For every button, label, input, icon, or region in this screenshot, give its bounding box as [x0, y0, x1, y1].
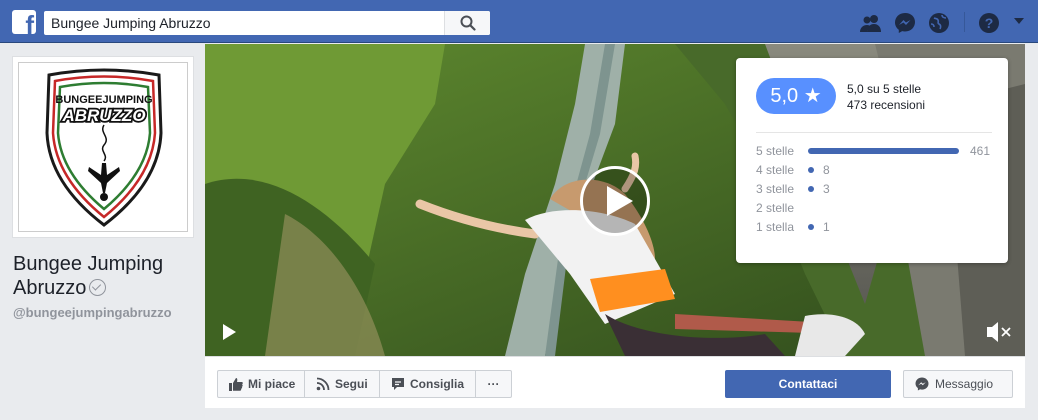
messenger-icon[interactable] [894, 12, 916, 34]
rss-icon [316, 377, 330, 391]
recommend-button[interactable]: Consiglia [379, 370, 476, 398]
page-logo: BUNGEEJUMPING ABRUZZO [18, 62, 188, 232]
ratings-card[interactable]: 5,0 ★ 5,0 su 5 stelle 473 recensioni 5 s… [736, 58, 1008, 263]
more-icon: ··· [487, 377, 500, 391]
help-icon[interactable]: ? [978, 12, 1000, 34]
profile-picture[interactable]: BUNGEEJUMPING ABRUZZO [12, 56, 194, 238]
rating-row-label: 4 stelle [756, 163, 795, 177]
rating-summary: 5,0 su 5 stelle [847, 82, 922, 96]
message-button[interactable]: Messaggio [903, 370, 1013, 398]
search-input[interactable] [44, 11, 444, 35]
rating-bar [808, 167, 814, 173]
rating-row-count: 461 [970, 144, 991, 158]
globe-icon[interactable] [928, 12, 950, 34]
rating-bar [808, 186, 814, 192]
rating-score-badge: 5,0 ★ [756, 78, 836, 114]
search-box [44, 11, 490, 35]
page-action-bar: Mi piace Segui Consiglia ··· Contattaci … [205, 356, 1025, 408]
facebook-logo-icon[interactable]: f [12, 10, 36, 34]
friends-icon[interactable] [860, 12, 882, 34]
search-button[interactable] [444, 11, 490, 35]
thumbs-up-icon [229, 378, 243, 391]
like-button[interactable]: Mi piace [217, 370, 305, 398]
follow-label: Segui [335, 377, 368, 391]
recommend-label: Consiglia [410, 377, 465, 391]
rating-review-count[interactable]: 473 recensioni [847, 98, 925, 112]
rating-bar [808, 224, 814, 230]
follow-button[interactable]: Segui [304, 370, 380, 398]
message-label: Messaggio [935, 377, 994, 391]
rating-row-label: 2 stelle [756, 201, 795, 215]
rating-row-count: 1 [823, 220, 830, 234]
rating-row-label: 3 stelle [756, 182, 795, 196]
svg-text:?: ? [985, 15, 994, 31]
page-title-text: Bungee Jumping Abruzzo [13, 253, 164, 299]
logo-line1: BUNGEEJUMPING [55, 94, 152, 106]
like-label: Mi piace [248, 377, 296, 391]
top-bar: f ? [0, 0, 1038, 43]
more-options-button[interactable]: ··· [475, 370, 512, 398]
search-icon [460, 15, 476, 31]
nav-divider [964, 12, 965, 32]
page-handle[interactable]: @bungeejumpingabruzzo [13, 305, 172, 320]
bungee-logo-icon: BUNGEEJUMPING ABRUZZO [45, 68, 163, 227]
comment-icon [392, 378, 404, 390]
rating-row-label: 5 stelle [756, 144, 795, 158]
contact-button[interactable]: Contattaci [725, 370, 891, 398]
card-divider [756, 132, 992, 133]
verified-icon [89, 279, 107, 296]
messenger-icon [915, 377, 929, 391]
rating-row-label: 1 stella [756, 220, 795, 234]
rating-bar [808, 148, 959, 154]
caret-down-icon[interactable] [1012, 14, 1026, 28]
rating-row-count: 8 [823, 163, 830, 177]
video-play-button[interactable] [580, 166, 650, 236]
logo-line2: ABRUZZO [61, 106, 145, 125]
rating-row-count: 3 [823, 182, 830, 196]
page-title[interactable]: Bungee Jumping Abruzzo [13, 252, 198, 300]
